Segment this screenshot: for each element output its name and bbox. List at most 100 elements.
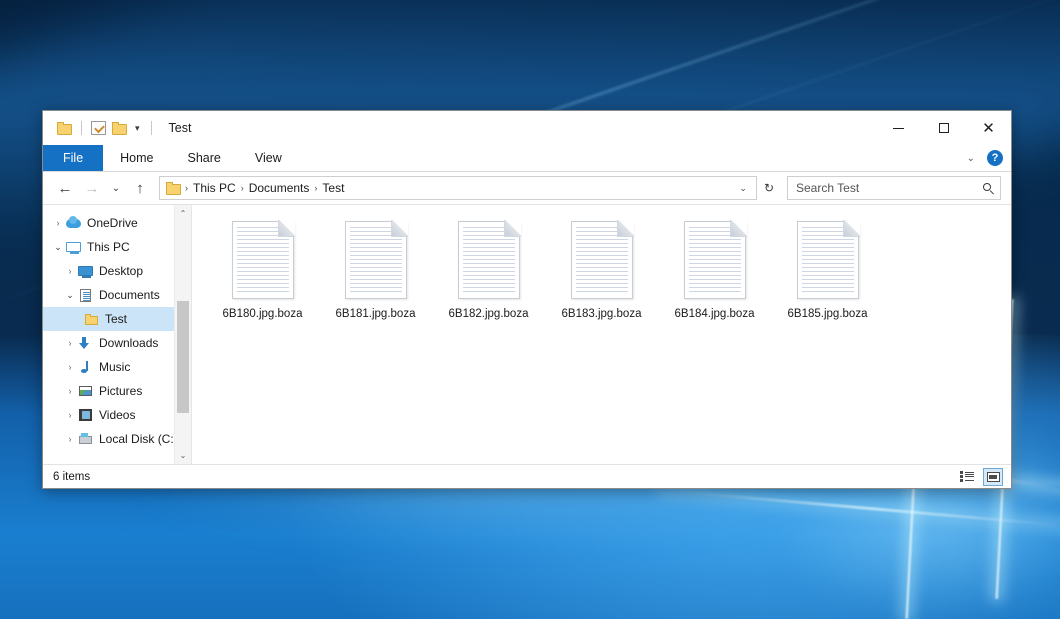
ribbon-tab-bar: File Home Share View ⌄ ? [43,145,1011,172]
up-button[interactable]: ↑ [128,176,152,200]
search-box[interactable] [787,176,1001,200]
file-name: 6B182.jpg.boza [449,308,529,320]
tab-view[interactable]: View [238,145,299,171]
window-body: › OneDrive ⌄ This PC › Desktop ⌄ [43,204,1011,464]
window-controls: ✕ [876,111,1011,145]
scrollbar-thumb[interactable] [177,301,189,413]
folder-icon [83,312,100,327]
chevron-right-icon[interactable]: › [63,410,77,420]
sidebar-item-label: Local Disk (C:) [99,432,178,446]
address-dropdown-chevron-down-icon[interactable]: ⌄ [734,183,752,194]
sidebar-item-music[interactable]: › Music [43,355,191,379]
sidebar-item-documents[interactable]: ⌄ Documents [43,283,191,307]
generic-document-icon [232,221,294,299]
chevron-right-icon[interactable]: › [63,362,77,372]
scroll-up-arrow-icon[interactable]: ⌃ [175,205,191,222]
document-icon [77,288,94,303]
cloud-icon [65,216,82,231]
sidebar-item-pictures[interactable]: › Pictures [43,379,191,403]
chevron-right-icon[interactable]: › [63,338,77,348]
scroll-down-arrow-icon[interactable]: ⌄ [175,447,191,464]
search-input[interactable] [794,180,979,196]
tab-share[interactable]: Share [171,145,238,171]
sidebar-item-local-disk[interactable]: › Local Disk (C:) [43,427,191,451]
address-bar-row: ← → ⌄ ↑ › This PC › Documents › Test ⌄ ↻ [43,172,1011,204]
disk-icon [77,432,94,447]
sidebar-item-label: OneDrive [87,216,138,230]
chevron-right-icon[interactable]: › [51,218,65,228]
new-folder-icon[interactable] [112,122,127,135]
sidebar-item-videos[interactable]: › Videos [43,403,191,427]
chevron-right-icon[interactable]: › [63,386,77,396]
breadcrumb-documents[interactable]: Documents [245,178,314,198]
navigation-pane: › OneDrive ⌄ This PC › Desktop ⌄ [43,205,192,464]
maximize-button[interactable] [921,111,966,145]
help-icon[interactable]: ? [987,150,1003,166]
qat-divider [81,121,82,135]
expand-ribbon-chevron-down-icon[interactable]: ⌄ [967,153,975,164]
back-button[interactable]: ← [53,176,77,200]
item-count-label: 6 items [53,471,90,483]
chevron-down-icon[interactable]: ⌄ [51,242,65,253]
window-title: Test [169,121,192,135]
file-name: 6B183.jpg.boza [562,308,642,320]
sidebar-item-label: Documents [99,288,160,302]
quick-access-toolbar: ▾ Test [43,121,191,135]
list-item[interactable]: 6B182.jpg.boza [432,219,545,320]
refresh-icon[interactable]: ↻ [760,181,778,195]
sidebar-item-label: Videos [99,408,135,422]
file-name: 6B181.jpg.boza [336,308,416,320]
list-item[interactable]: 6B184.jpg.boza [658,219,771,320]
tab-file[interactable]: File [43,145,103,171]
list-item[interactable]: 6B183.jpg.boza [545,219,658,320]
address-end-controls: ⌄ [734,183,752,194]
breadcrumb-folder-icon [166,182,181,195]
generic-document-icon [684,221,746,299]
details-view-button[interactable] [957,468,977,486]
search-icon[interactable] [983,183,994,194]
sidebar-item-this-pc[interactable]: ⌄ This PC [43,235,191,259]
ribbon-right-controls: ⌄ ? [967,145,1003,171]
breadcrumb[interactable]: › This PC › Documents › Test ⌄ [159,176,757,200]
sidebar-item-label: This PC [87,240,130,254]
navigation-scrollbar[interactable]: ⌃ ⌄ [174,205,191,464]
chevron-right-icon[interactable]: › [63,434,77,444]
chevron-down-icon[interactable]: ⌄ [63,290,77,301]
breadcrumb-test[interactable]: Test [318,178,348,198]
generic-document-icon [797,221,859,299]
title-bar: ▾ Test ✕ [43,111,1011,145]
sidebar-item-onedrive[interactable]: › OneDrive [43,211,191,235]
sidebar-item-test[interactable]: Test [43,307,191,331]
download-icon [77,336,94,351]
details-view-icon [960,471,974,482]
status-bar: 6 items [43,464,1011,488]
large-icons-view-button[interactable] [983,468,1003,486]
navigation-tree: › OneDrive ⌄ This PC › Desktop ⌄ [43,205,191,451]
file-name: 6B180.jpg.boza [223,308,303,320]
file-grid: 6B180.jpg.boza 6B181.jpg.boza 6B182.jpg.… [192,205,1011,320]
minimize-button[interactable] [876,111,921,145]
videos-icon [77,408,94,423]
recent-locations-chevron-down-icon[interactable]: ⌄ [107,176,125,200]
chevron-right-icon[interactable]: › [63,266,77,276]
file-name: 6B184.jpg.boza [675,308,755,320]
list-item[interactable]: 6B181.jpg.boza [319,219,432,320]
generic-document-icon [571,221,633,299]
sidebar-item-desktop[interactable]: › Desktop [43,259,191,283]
file-name: 6B185.jpg.boza [788,308,868,320]
generic-document-icon [345,221,407,299]
list-item[interactable]: 6B185.jpg.boza [771,219,884,320]
sidebar-item-downloads[interactable]: › Downloads [43,331,191,355]
properties-checkbox-icon[interactable] [91,121,106,135]
close-button[interactable]: ✕ [966,111,1011,145]
file-list-pane[interactable]: 6B180.jpg.boza 6B181.jpg.boza 6B182.jpg.… [192,205,1011,464]
large-icons-view-icon [987,472,1000,482]
tab-home[interactable]: Home [103,145,170,171]
list-item[interactable]: 6B180.jpg.boza [206,219,319,320]
breadcrumb-this-pc[interactable]: This PC [189,178,240,198]
sidebar-item-label: Test [105,312,127,326]
chevron-down-icon[interactable]: ▾ [133,124,142,133]
file-explorer-window: ▾ Test ✕ File Home Share View ⌄ ? ← → ⌄ … [42,110,1012,489]
sidebar-item-label: Pictures [99,384,142,398]
generic-document-icon [458,221,520,299]
